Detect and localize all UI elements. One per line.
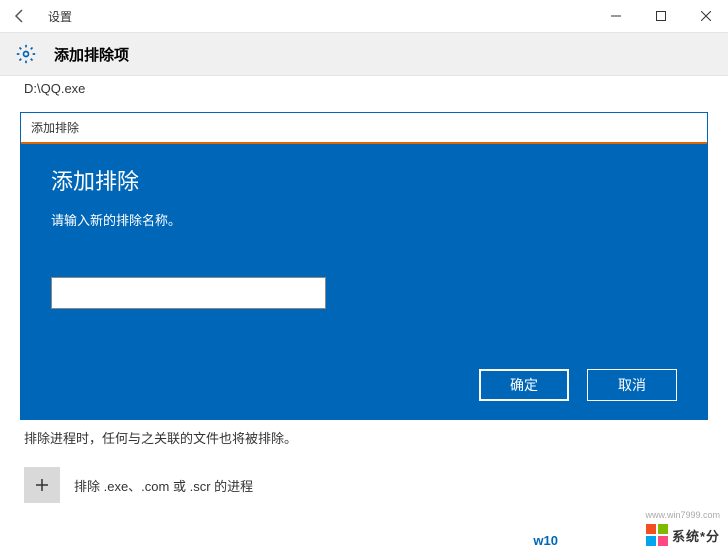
path-text: D:\QQ.exe: [0, 76, 728, 106]
exclusion-name-input[interactable]: [51, 277, 326, 309]
maximize-button[interactable]: [638, 0, 683, 32]
dialog-subtext: 请输入新的排除名称。: [51, 210, 677, 229]
gear-icon: [16, 44, 36, 64]
window-titlebar: 设置: [0, 0, 728, 32]
dialog-heading: 添加排除: [51, 164, 677, 196]
dialog-titlebar: 添加排除: [21, 113, 707, 144]
page-header: 添加排除项: [0, 32, 728, 76]
exclude-process-row: 排除 .exe、.com 或 .scr 的进程: [0, 461, 728, 509]
window-title: 设置: [48, 8, 72, 25]
dialog-body: 添加排除 请输入新的排除名称。 确定 取消: [21, 144, 707, 419]
back-button[interactable]: [0, 0, 40, 32]
cancel-button[interactable]: 取消: [587, 369, 677, 401]
minimize-button[interactable]: [593, 0, 638, 32]
exclude-process-label: 排除 .exe、.com 或 .scr 的进程: [74, 476, 253, 495]
watermark-url: w10: [533, 533, 558, 548]
watermark-source: www.win7999.com: [645, 510, 720, 520]
watermark-text: 系统*分: [672, 526, 720, 545]
dialog-buttons: 确定 取消: [51, 369, 677, 401]
add-exclusion-dialog: 添加排除 添加排除 请输入新的排除名称。 确定 取消: [20, 112, 708, 420]
page-title: 添加排除项: [54, 44, 129, 65]
window-controls: [593, 0, 728, 32]
add-exclusion-button[interactable]: [24, 467, 60, 503]
close-button[interactable]: [683, 0, 728, 32]
ok-button[interactable]: 确定: [479, 369, 569, 401]
windows-logo-icon: [646, 524, 668, 546]
watermark-logo: 系统*分: [646, 524, 720, 546]
help-text: 排除进程时，任何与之关联的文件也将被排除。: [0, 426, 728, 461]
